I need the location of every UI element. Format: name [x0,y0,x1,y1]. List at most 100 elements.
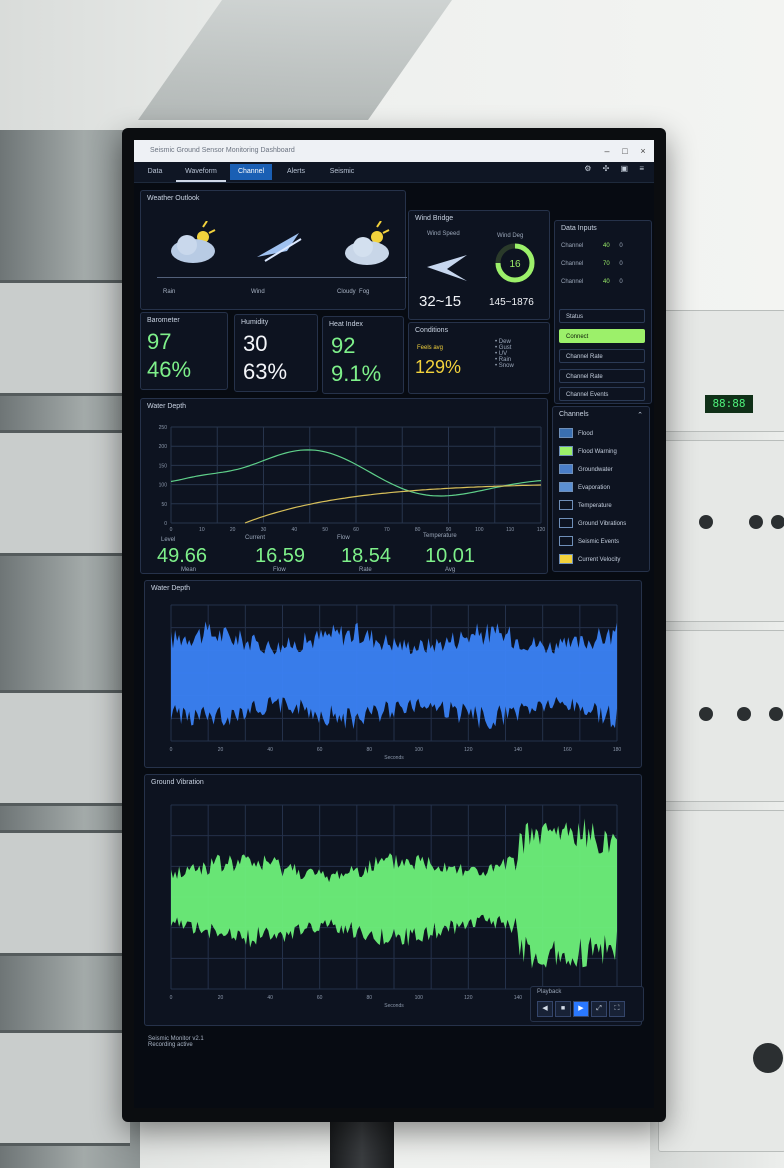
stat-percent: 9.1% [331,361,382,386]
weather-label: Rain [163,289,176,295]
expand-button[interactable]: ⤢ [591,1001,607,1017]
x-tick: 40 [292,527,298,533]
channel-row: Channel 70 0 [561,261,623,267]
rack-panel [658,440,784,622]
x-tick: 140 [514,747,523,753]
legend-item[interactable]: Ground Vibrations [559,517,626,531]
legend-item[interactable]: Flood Warning [559,445,617,459]
back-button[interactable]: ◀ [537,1001,553,1017]
playback-label: Playback [537,989,562,995]
stat-title: Humidity [241,319,269,326]
tab-channel[interactable]: Channel [230,164,272,180]
large-knob [753,1043,783,1073]
metric-value: 16.59 [255,545,306,567]
weather-panel: Weather Outlook Rain Wind Cloudy Fog [140,190,407,310]
x-tick: 20 [218,995,224,1001]
play-button[interactable]: ▶ [573,1001,589,1017]
legend-label: Groundwater [578,467,613,473]
x-tick: 50 [322,527,328,533]
legend-item[interactable]: Current Velocity [559,553,620,567]
wind-gauge: 16 [495,243,535,283]
tab-waveform[interactable]: Waveform [176,164,226,182]
channel-rate-button[interactable]: Channel Rate [559,349,645,363]
equipment-rack-left [0,130,140,1168]
tab-data[interactable]: Data [138,164,172,180]
maximize-button[interactable]: □ [616,140,634,162]
knob [699,515,713,529]
weather-item: Wind [251,221,311,295]
tools-icon[interactable]: ✣ [603,164,610,173]
legend-swatch [559,446,573,457]
legend-title: Channels [559,411,589,418]
connect-button[interactable]: Connect [559,329,645,343]
x-tick: 0 [170,527,173,533]
weather-title: Weather Outlook [147,195,200,202]
legend-item[interactable]: Temperature [559,499,612,513]
settings-icon[interactable]: ⚙ [584,164,591,173]
legend-item[interactable]: Flood [559,427,593,441]
cloud-sun-icon [171,220,216,263]
legend-label: Flood Warning [578,449,617,455]
fullscreen-button[interactable]: ⛶ [609,1001,625,1017]
rack-unit [0,690,130,806]
legend-item[interactable]: Seismic Events [559,535,619,549]
window-title: Seismic Ground Sensor Monitoring Dashboa… [150,147,295,154]
stat-card: Heat Index 92 9.1% [322,316,404,394]
x-tick: 120 [464,747,473,753]
legend-item[interactable]: Evaporation [559,481,610,495]
legend-swatch [559,554,573,565]
wind-speed-label: Wind Speed [427,231,460,237]
x-tick: 60 [353,527,359,533]
rack-unit [0,430,130,556]
legend-label: Evaporation [578,485,611,491]
conditions-panel: Conditions Feels avg 129% • Dew • Gust •… [408,322,550,394]
minimize-button[interactable]: – [598,140,616,162]
x-tick: 180 [613,747,622,753]
status-button[interactable]: Status [559,309,645,323]
dashboard-screen: Seismic Ground Sensor Monitoring Dashboa… [134,140,654,1108]
metric-sub: Avg [445,567,456,573]
legend-label: Current Velocity [578,557,621,563]
tab-seismic[interactable]: Seismic [320,164,364,180]
monitor: Seismic Ground Sensor Monitoring Dashboa… [122,128,666,1122]
window-icon[interactable]: ▣ [621,164,629,173]
knob [749,515,763,529]
legend-swatch [559,482,573,493]
x-tick: 70 [384,527,390,533]
menu-icon[interactable]: ≡ [639,164,644,173]
rack-panel [658,810,784,1152]
stat-percent: 46% [147,357,192,382]
water-depth-panel: Water Depth 250 200 150 100 50 0 0 10 20 30 40 50 60… [140,398,548,574]
metric-label: Flow [337,535,350,541]
toolbar-icons: ⚙ ✣ ▣ ≡ [575,164,644,173]
cloud-sun-icon [345,220,390,265]
knob [699,707,713,721]
metric-label: Temperature [423,533,457,539]
x-tick: 120 [537,527,546,533]
x-axis-label: Seconds [384,1003,404,1009]
legend-swatch [559,428,573,439]
chevron-up-icon[interactable]: ⌃ [637,411,643,419]
channel-rate-button[interactable]: Channel Rate [559,369,645,383]
conditions-list: • Dew • Gust • UV • Rain • Snow [495,339,545,369]
tab-alerts[interactable]: Alerts [276,164,316,180]
water-depth-chart: 2502001501005000 10 20 30 40 50 60 70 80 90 100 110… [159,425,546,533]
wind-deg-label: Wind Deg [497,233,524,239]
close-button[interactable]: × [634,140,652,162]
channel-events-button[interactable]: Channel Events [559,387,645,401]
metric-label: Level [161,537,176,543]
stop-button[interactable]: ■ [555,1001,571,1017]
channels-legend-panel: Channels ⌃ Flood Flood Warning Groundwater… [552,406,650,572]
knob [737,707,751,721]
x-tick: 10 [199,527,205,533]
x-tick: 120 [464,995,473,1001]
x-tick: 0 [170,747,173,753]
channel-row: Channel 40 0 [561,243,623,249]
rack-unit [0,280,130,396]
legend-item[interactable]: Groundwater [559,463,613,477]
stat-title: Barometer [147,317,180,324]
legend-swatch [559,518,573,529]
x-tick: 160 [563,747,572,753]
x-tick: 100 [415,747,424,753]
y-tick: 150 [159,463,168,469]
